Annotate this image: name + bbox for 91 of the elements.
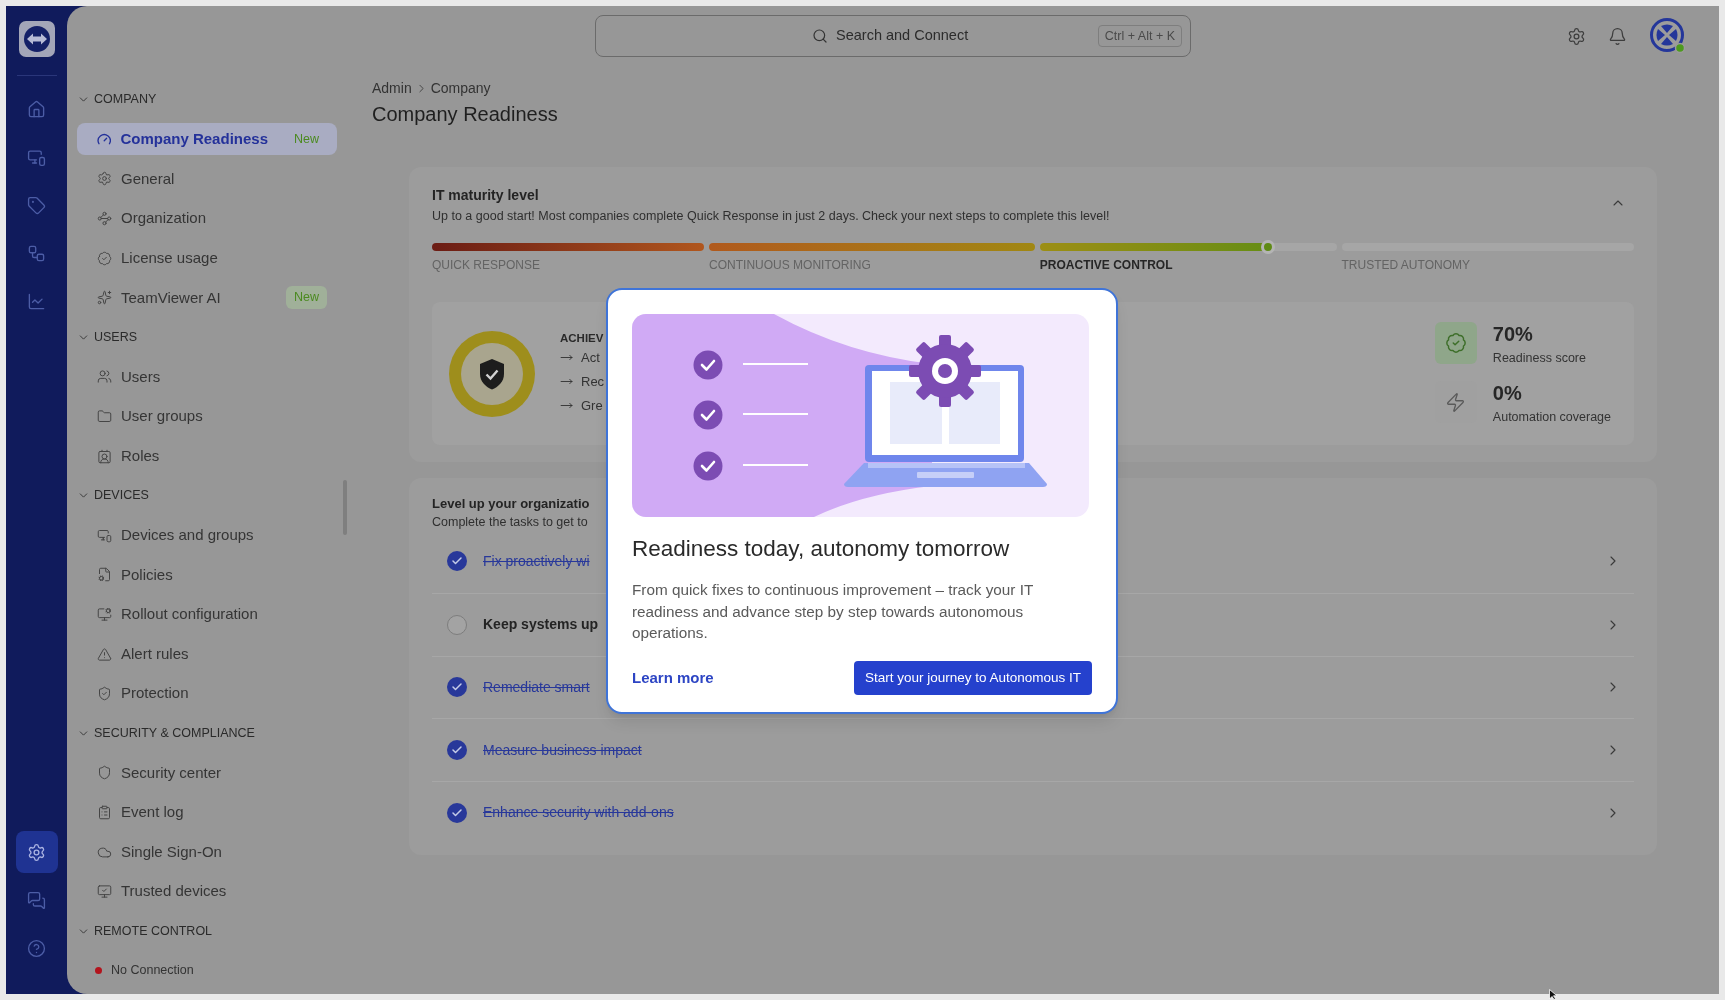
section-header[interactable]: DEVICES <box>67 475 347 516</box>
status-dot-icon <box>95 967 102 975</box>
section-header[interactable]: USERS <box>67 317 347 358</box>
page-title: Company Readiness <box>372 102 559 127</box>
card-subtitle: Up to a good start! Most companies complete Quick Response in just 2 days. Check your next steps to complete this level! <box>432 208 1111 225</box>
task-item[interactable]: Remediate smart <box>447 676 590 698</box>
home-icon <box>27 99 46 119</box>
stat-value: 0% <box>1492 381 1522 405</box>
sidebar-item[interactable]: Event log <box>77 796 337 829</box>
achievement-text: Gre <box>581 396 603 415</box>
level-label: CONTINUOUS MONITORING <box>709 257 872 273</box>
task-item[interactable]: Enhance security with add-ons <box>447 802 674 824</box>
shield-check-icon <box>97 686 112 702</box>
tag-icon <box>27 195 46 215</box>
monitor-gear-icon <box>97 607 112 622</box>
clipboard-list-icon <box>97 805 112 820</box>
new-badge: New <box>286 286 327 310</box>
search-input[interactable]: Search and Connect <box>836 25 974 47</box>
folder-icon <box>97 409 112 425</box>
card-title: Level up your organizatio <box>432 495 590 513</box>
devices-icon <box>27 147 46 167</box>
workflow-icon <box>27 243 46 263</box>
section-header[interactable]: SECURITY & COMPLIANCE <box>67 713 347 754</box>
contact-icon <box>97 448 112 464</box>
card-subtitle: Complete the tasks to get to <box>432 514 588 530</box>
achievement-text: Act <box>581 348 600 367</box>
app-logo-icon[interactable] <box>18 21 55 57</box>
rail-button[interactable] <box>15 831 58 873</box>
sidebar-item[interactable]: Policies <box>77 558 337 591</box>
shield-medal-icon <box>449 330 535 417</box>
monitor-check-icon <box>97 884 112 900</box>
task-item[interactable]: Measure business impact <box>447 739 642 761</box>
badge-check-icon <box>97 250 112 266</box>
settings-icon <box>97 171 112 187</box>
cursor-icon <box>1549 989 1558 1000</box>
breadcrumb-link[interactable]: Admin <box>372 78 412 98</box>
stat-value: 70% <box>1492 322 1533 346</box>
section-header[interactable]: REMOTE CONTROL <box>67 911 347 952</box>
file-gear-icon <box>97 567 112 583</box>
badge-check-icon <box>1434 322 1477 364</box>
help-icon <box>27 938 46 958</box>
dialog-body: From quick fixes to continuous improvement – track your IT readiness and advance step by step towards autonomous operations. <box>632 580 1034 644</box>
sidebar-item[interactable]: Alert rules <box>77 638 337 671</box>
shortcut-hint: Ctrl + Alt + K <box>1097 24 1182 48</box>
shield-icon <box>97 765 112 781</box>
gauge-icon <box>97 131 112 147</box>
stat-label: Readiness score <box>1492 350 1586 366</box>
settings-icon[interactable] <box>1567 26 1586 46</box>
avatar-icon[interactable] <box>1649 17 1687 55</box>
achievement-text: Rec <box>581 372 605 391</box>
sidebar-item[interactable]: Company Readiness New <box>77 123 337 156</box>
achievement-title: ACHIEV <box>560 330 604 346</box>
stat-label: Automation coverage <box>1492 409 1611 425</box>
sidebar-item[interactable]: Rollout configuration <box>77 598 337 631</box>
sidebar-item[interactable]: Users <box>77 360 337 393</box>
settings-icon <box>27 842 46 862</box>
chat-icon <box>27 890 46 910</box>
sidebar-item[interactable]: User groups <box>77 400 337 433</box>
sidebar-item[interactable]: Protection <box>77 677 337 710</box>
new-label: New <box>293 131 320 148</box>
task-item[interactable]: Keep systems up <box>447 614 599 636</box>
learn-more-link[interactable]: Learn more <box>632 666 714 690</box>
sidebar-item[interactable]: TeamViewer AI New <box>77 281 337 314</box>
nodes-icon <box>97 211 112 227</box>
notifications-icon[interactable] <box>1608 26 1627 46</box>
sidebar-item[interactable]: Roles <box>77 440 337 473</box>
connection-status: No Connection <box>111 962 194 980</box>
sidebar-item[interactable]: Devices and groups <box>77 519 337 552</box>
card-title: IT maturity level <box>432 186 540 205</box>
sidebar-item[interactable]: Security center <box>77 756 337 789</box>
level-label: QUICK RESPONSE <box>432 257 542 273</box>
sidebar-item[interactable]: Single Sign-On <box>77 836 337 869</box>
breadcrumb-link[interactable]: Company <box>430 78 491 98</box>
sidebar-item[interactable]: Trusted devices <box>77 875 337 908</box>
section-header[interactable]: COMPANY <box>67 80 347 120</box>
level-label: PROACTIVE CONTROL <box>1039 257 1174 273</box>
sparkles-icon <box>97 290 112 306</box>
start-journey-button[interactable]: Start your journey to Autonomous IT <box>854 661 1092 696</box>
warning-icon <box>97 646 112 662</box>
devices-icon <box>97 527 112 543</box>
dialog-title: Readiness today, autonomy tomorrow <box>632 535 1011 563</box>
level-label: TRUSTED AUTONOMY <box>1341 257 1471 273</box>
users-icon <box>97 369 112 385</box>
cloud-icon <box>97 844 112 860</box>
line-chart-icon <box>27 291 46 311</box>
sidebar-item[interactable]: General <box>77 163 337 195</box>
sidebar-item[interactable]: License usage <box>77 242 337 275</box>
sidebar-item[interactable]: Organization <box>77 202 337 235</box>
search-field[interactable]: Search and Connect Ctrl + Alt + K <box>595 15 1191 57</box>
search-icon <box>812 28 828 44</box>
task-item[interactable]: Fix proactively wi <box>447 550 590 572</box>
